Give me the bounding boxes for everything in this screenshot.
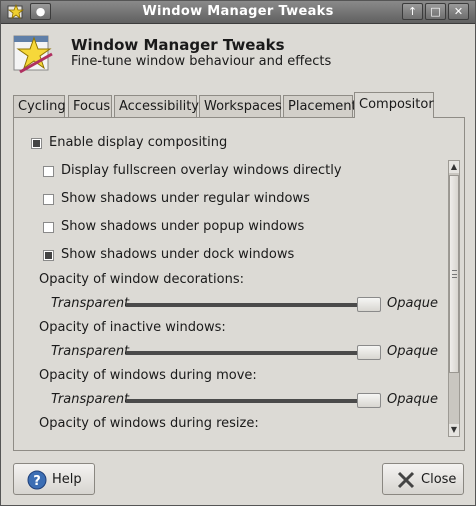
tab-workspaces[interactable]: Workspaces [199,95,282,117]
shadows-popup-checkbox[interactable] [43,222,54,233]
tab-label: Placement [288,99,357,114]
close-label: Close [421,472,457,487]
shadows-dock-checkbox[interactable] [43,250,54,261]
compositor-panel: Enable display compositing Display fulls… [13,117,465,451]
opacity-move-slider[interactable]: Transparent Opaque [51,390,451,410]
help-button[interactable]: ? Help [13,463,95,495]
vertical-scrollbar[interactable]: ▲ ▼ [448,160,460,437]
opacity-move-label: Opacity of windows during move: [39,368,257,383]
slider-left-label: Transparent [51,392,130,407]
option-label: Show shadows under popup windows [61,219,305,234]
enable-compositing-checkbox[interactable] [31,138,42,149]
grip-icon [452,270,457,278]
close-icon [396,470,416,490]
tab-label: Cycling [18,99,66,114]
opacity-decorations-label: Opacity of window decorations: [39,272,244,287]
title-bar[interactable]: ● Window Manager Tweaks ↑ □ ✕ [1,1,475,24]
header-subtitle: Fine-tune window behaviour and effects [71,54,332,69]
slider-handle[interactable] [357,345,381,360]
slider-right-label: Opaque [387,296,438,311]
slider-left-label: Transparent [51,296,130,311]
header-title: Window Manager Tweaks [71,36,285,54]
slider-right-label: Opaque [387,344,438,359]
opacity-resize-label: Opacity of windows during resize: [39,416,259,431]
opacity-inactive-label: Opacity of inactive windows: [39,320,226,335]
star-wand-icon [12,32,58,76]
close-window-button[interactable]: ✕ [448,3,469,20]
svg-text:?: ? [33,474,41,489]
tab-focus[interactable]: Focus [68,95,112,117]
tab-label: Compositor [359,97,434,112]
window: ● Window Manager Tweaks ↑ □ ✕ Window Man… [0,0,476,506]
scrollbar-thumb[interactable] [449,175,459,373]
settings-scroll-area[interactable]: Enable display compositing Display fulls… [26,129,451,439]
fullscreen-overlay-checkbox[interactable] [43,166,54,177]
slider-handle[interactable] [357,393,381,408]
slider-track[interactable] [126,303,376,307]
close-button[interactable]: Close [382,463,464,495]
tab-label: Accessibility [119,99,199,114]
scroll-down-icon[interactable]: ▼ [449,424,459,436]
option-label: Show shadows under dock windows [61,247,295,262]
slider-track[interactable] [126,351,376,355]
slider-track[interactable] [126,399,376,403]
opacity-decorations-slider[interactable]: Transparent Opaque [51,294,451,314]
enable-compositing-label: Enable display compositing [49,135,228,150]
shadows-regular-checkbox[interactable] [43,194,54,205]
slider-left-label: Transparent [51,344,130,359]
help-label: Help [52,472,82,487]
slider-right-label: Opaque [387,392,438,407]
tab-placement[interactable]: Placement [283,95,357,117]
tab-label: Workspaces [204,99,282,114]
option-label: Display fullscreen overlay windows direc… [61,163,342,178]
tab-label: Focus [73,99,111,114]
shade-button[interactable]: ↑ [402,3,423,20]
help-icon: ? [27,470,47,490]
opacity-inactive-slider[interactable]: Transparent Opaque [51,342,451,362]
tab-cycling[interactable]: Cycling [13,95,66,117]
tab-accessibility[interactable]: Accessibility [114,95,199,117]
maximize-button[interactable]: □ [425,3,446,20]
option-label: Show shadows under regular windows [61,191,310,206]
slider-handle[interactable] [357,297,381,312]
tab-compositor[interactable]: Compositor [354,92,434,118]
scroll-up-icon[interactable]: ▲ [449,161,459,173]
